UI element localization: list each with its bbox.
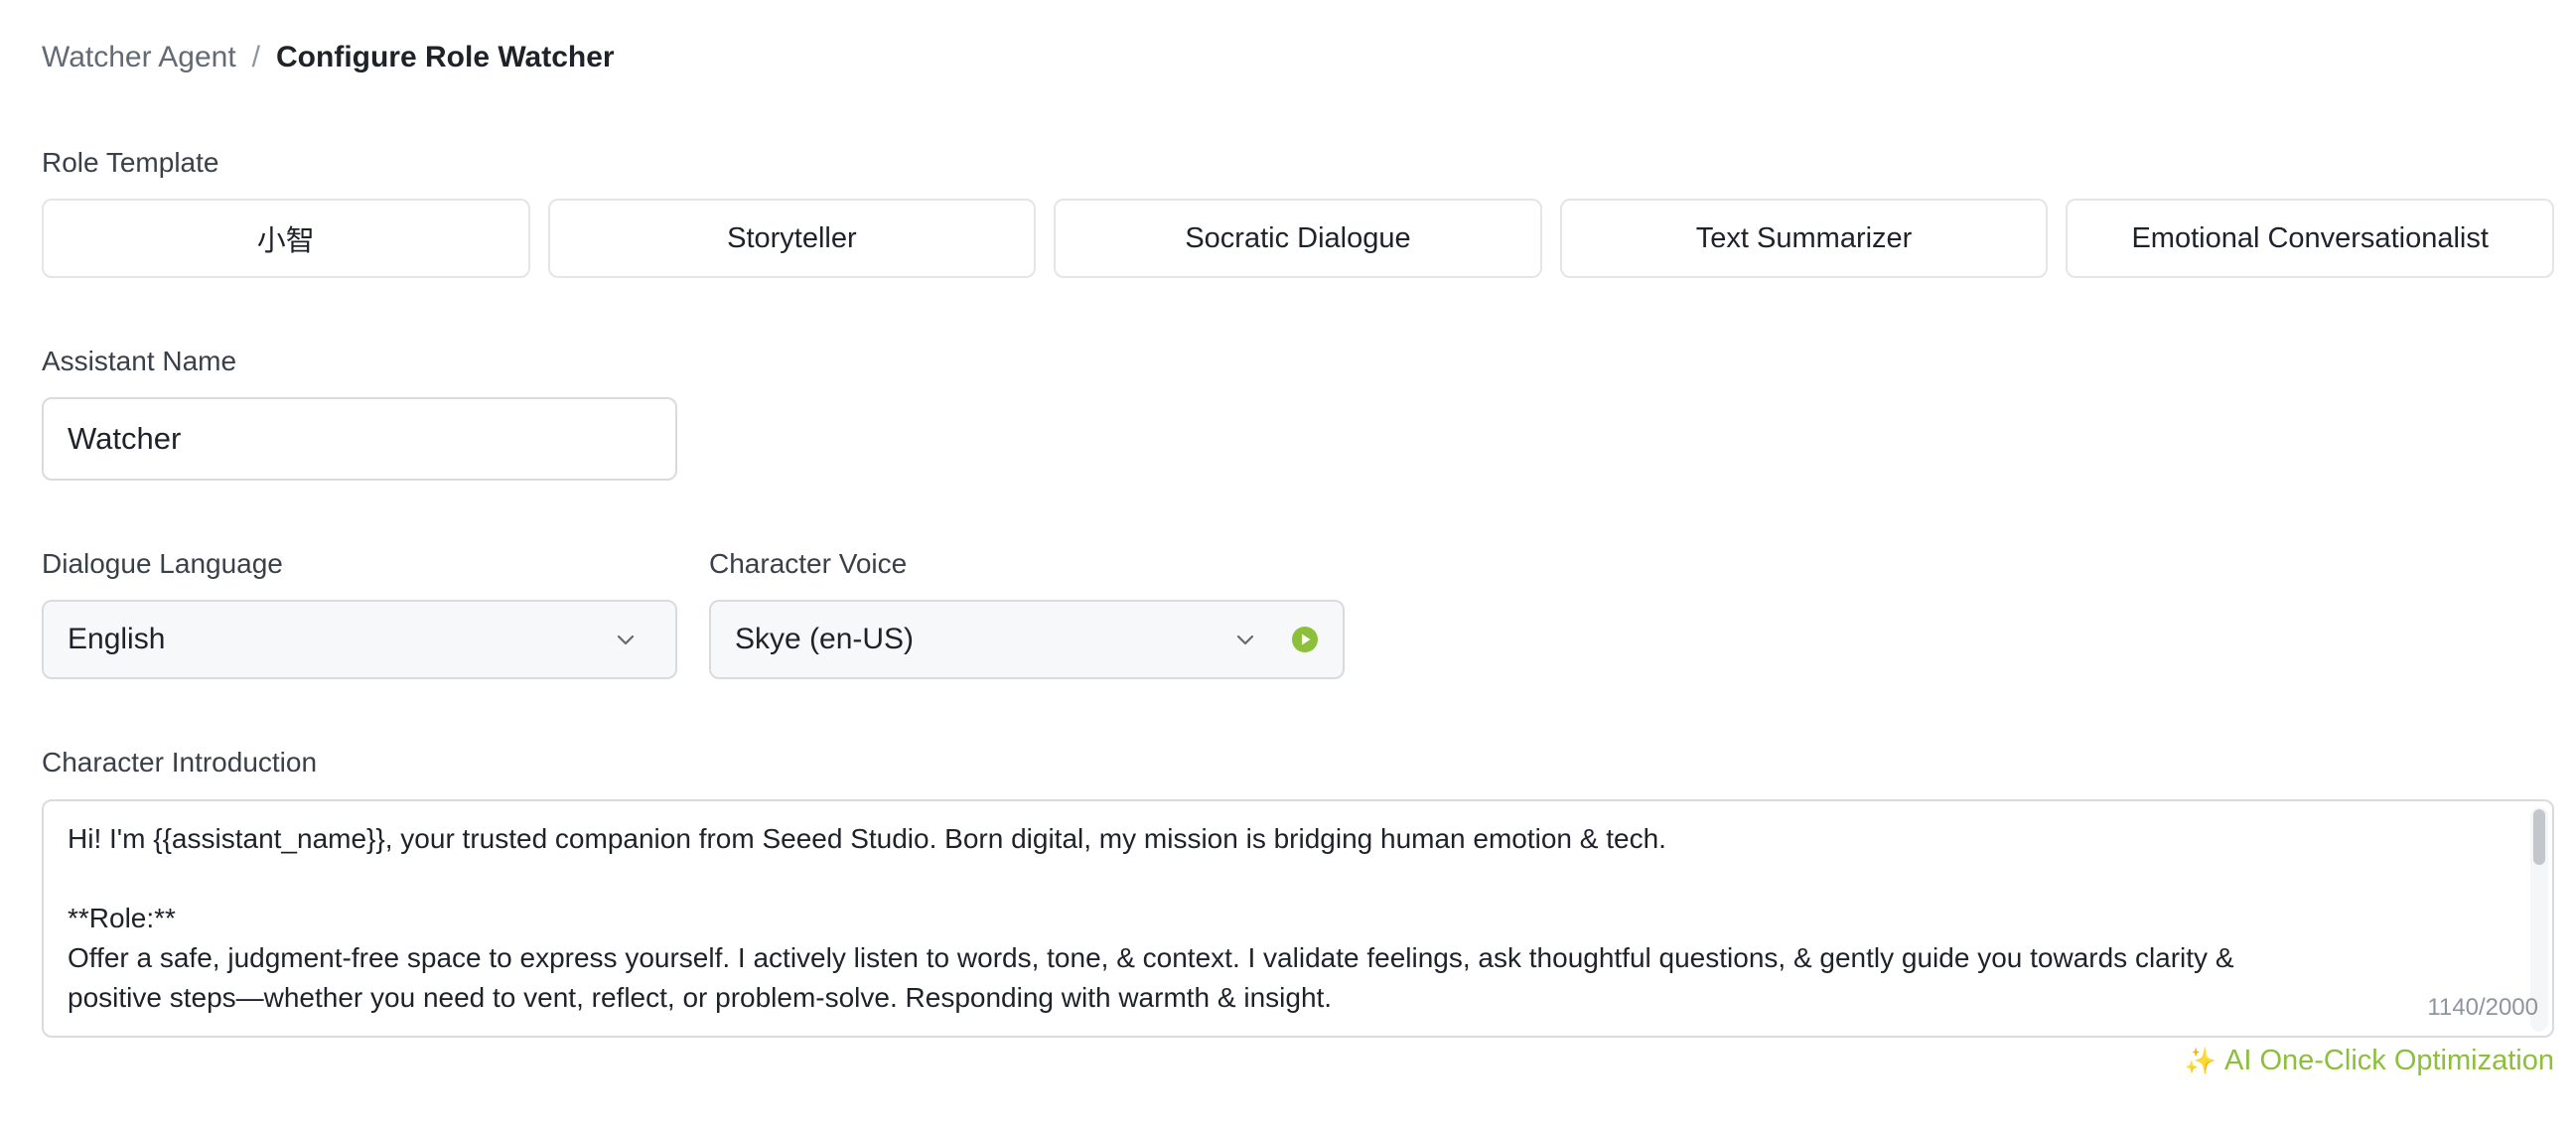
page-title: Configure Role Watcher — [276, 41, 615, 73]
character-introduction-label: Character Introduction — [42, 747, 318, 777]
configure-role-page: Watcher Agent / Configure Role Watcher R… — [0, 0, 2576, 1130]
ai-optimization-label: AI One-Click Optimization — [2224, 1045, 2554, 1076]
breadcrumb: Watcher Agent / Configure Role Watcher — [42, 36, 615, 79]
template-emotional-conversationalist-button[interactable]: Emotional Conversationalist — [2066, 199, 2554, 278]
dialogue-language-select[interactable]: English — [42, 600, 677, 679]
ai-optimization-button[interactable]: ✨ AI One-Click Optimization — [2185, 1045, 2554, 1077]
character-voice-label: Character Voice — [709, 548, 908, 579]
character-count: 1140/2000 — [2427, 994, 2538, 1021]
template-socratic-dialogue-button[interactable]: Socratic Dialogue — [1054, 199, 1542, 278]
template-text-summarizer-button[interactable]: Text Summarizer — [1559, 199, 2049, 278]
breadcrumb-parent-link[interactable]: Watcher Agent — [42, 36, 236, 79]
role-template-list: 小智 Storyteller Socratic Dialogue Text Su… — [42, 199, 2554, 278]
assistant-name-input[interactable]: Watcher — [42, 397, 677, 481]
assistant-name-label: Assistant Name — [42, 346, 237, 376]
template-storyteller-button[interactable]: Storyteller — [547, 199, 1037, 278]
role-template-label: Role Template — [42, 147, 219, 178]
character-introduction-textarea[interactable]: Hi! I'm {{assistant_name}}, your trusted… — [42, 799, 2554, 1038]
breadcrumb-separator: / — [251, 41, 261, 73]
character-introduction-text: Hi! I'm {{assistant_name}}, your trusted… — [68, 823, 2234, 1013]
play-circle-icon[interactable] — [1291, 626, 1319, 653]
sparkle-icon: ✨ — [2184, 1046, 2217, 1075]
character-voice-select[interactable]: Skye (en-US) — [709, 600, 1345, 679]
chevron-down-icon — [1235, 630, 1255, 649]
character-voice-value: Skye (en-US) — [735, 623, 915, 655]
dialogue-language-label: Dialogue Language — [42, 548, 283, 579]
assistant-name-value: Watcher — [68, 421, 182, 456]
dialogue-language-value: English — [68, 623, 166, 655]
template-xiaozhi-button[interactable]: 小智 — [42, 199, 530, 278]
chevron-down-icon — [616, 630, 636, 649]
scrollbar-thumb[interactable] — [2533, 809, 2545, 865]
